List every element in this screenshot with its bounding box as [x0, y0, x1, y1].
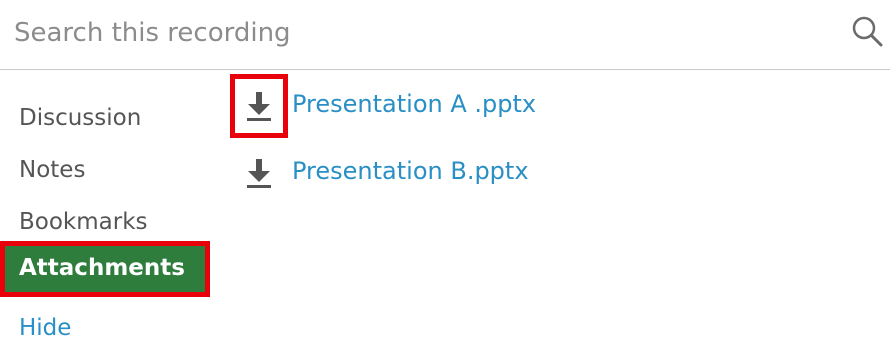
attachment-row: Presentation B.pptx — [228, 141, 868, 205]
sidebar-item-attachments[interactable]: Attachments — [0, 241, 210, 297]
download-button[interactable] — [230, 74, 288, 138]
download-icon — [247, 92, 271, 121]
search-input[interactable] — [14, 12, 834, 54]
sidebar-item-notes[interactable]: Notes — [0, 150, 210, 190]
attachment-link[interactable]: Presentation B.pptx — [292, 157, 529, 185]
search-icon[interactable] — [850, 14, 884, 48]
attachment-link[interactable]: Presentation A .pptx — [292, 90, 536, 118]
sidebar-item-discussion[interactable]: Discussion — [0, 98, 210, 138]
search-bar — [0, 0, 890, 70]
download-icon — [247, 159, 271, 188]
attachment-row: Presentation A .pptx — [228, 74, 868, 138]
download-button[interactable] — [230, 141, 288, 205]
hide-link[interactable]: Hide — [0, 308, 210, 348]
attachments-list: Presentation A .pptx Presentation B.pptx — [228, 74, 888, 341]
sidebar: Discussion Notes Bookmarks Attachments H… — [0, 70, 220, 341]
sidebar-item-bookmarks[interactable]: Bookmarks — [0, 202, 210, 242]
